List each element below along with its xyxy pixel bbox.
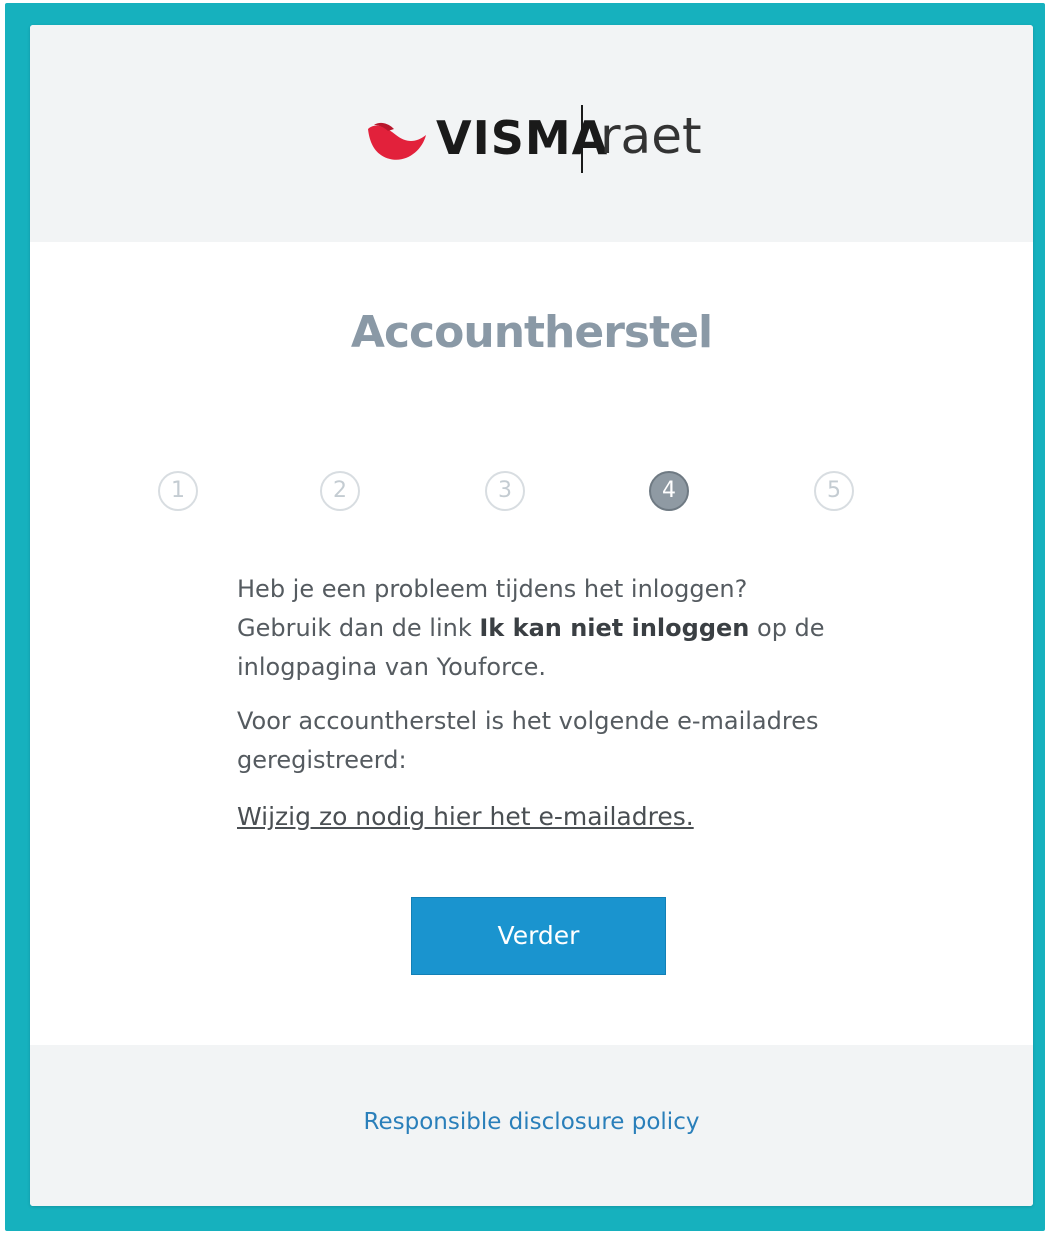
registered-email-text: Voor accountherstel is het volgende e-ma… xyxy=(237,707,819,774)
change-email-link[interactable]: Wijzig zo nodig hier het e-mailadres. xyxy=(237,797,694,836)
account-recovery-card: VISMA raet Accountherstel 1 2 3 4 5 Heb … xyxy=(30,25,1033,1206)
responsible-disclosure-link[interactable]: Responsible disclosure policy xyxy=(30,1109,1033,1135)
card-header: VISMA raet xyxy=(30,25,1033,242)
instructions: Heb je een probleem tijdens het inloggen… xyxy=(237,570,837,837)
step-5: 5 xyxy=(814,471,854,511)
login-help-paragraph: Heb je een probleem tijdens het inloggen… xyxy=(237,570,837,687)
step-2: 2 xyxy=(320,471,360,511)
logo-raet-text: raet xyxy=(600,107,702,165)
step-4-active: 4 xyxy=(649,471,689,511)
step-3: 3 xyxy=(485,471,525,511)
next-button[interactable]: Verder xyxy=(411,897,666,975)
card-footer: Responsible disclosure policy xyxy=(30,1045,1033,1206)
logo-divider xyxy=(581,105,583,173)
visma-raet-logo: VISMA raet xyxy=(366,105,706,173)
step-1: 1 xyxy=(158,471,198,511)
step-indicator: 1 2 3 4 5 xyxy=(30,471,1033,515)
visma-mark-icon xyxy=(368,122,426,160)
page-title: Accountherstel xyxy=(350,307,713,358)
cannot-login-link-label: Ik kan niet inloggen xyxy=(479,614,750,642)
